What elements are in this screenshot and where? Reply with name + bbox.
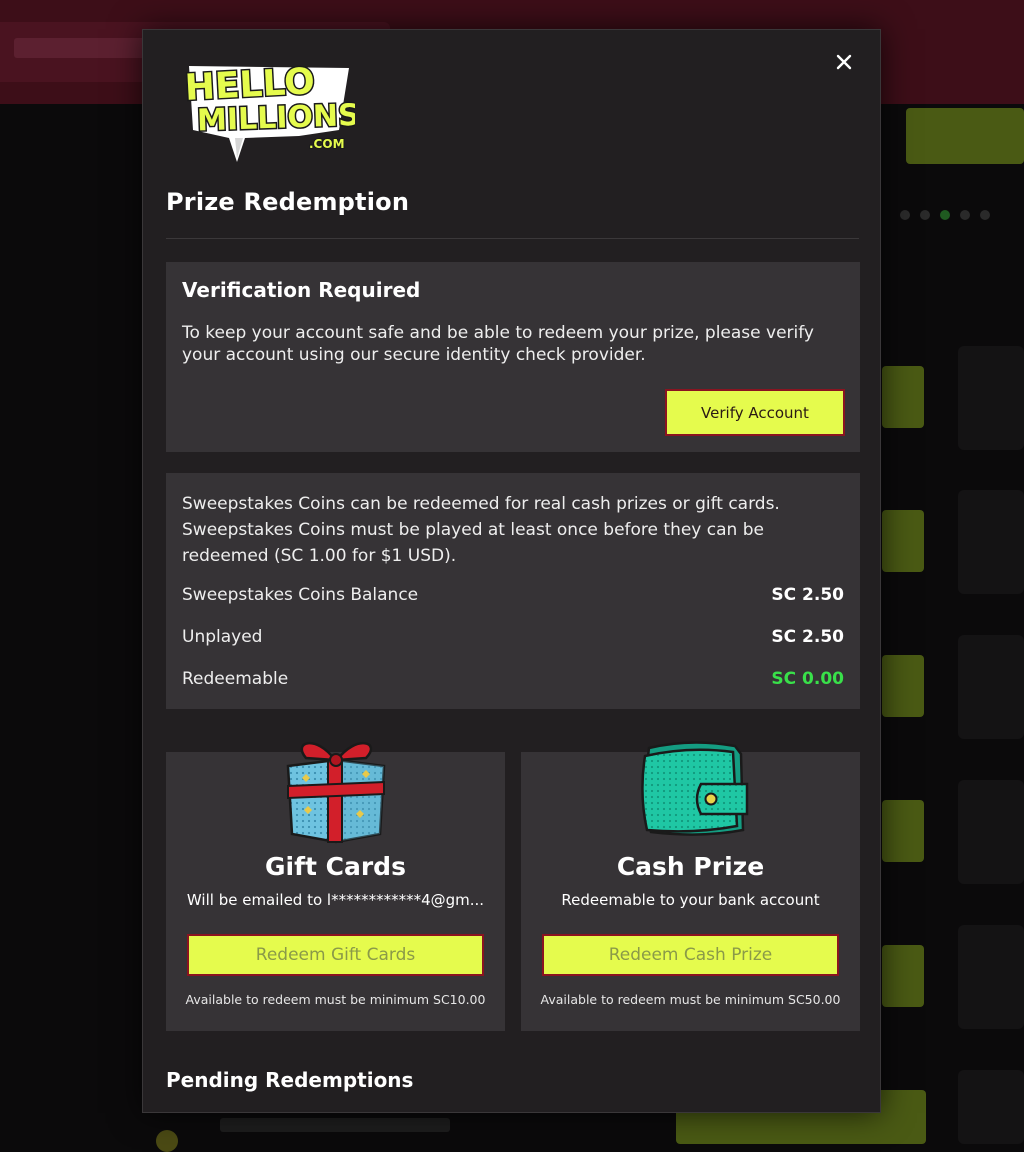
balance-label: Sweepstakes Coins Balance: [182, 585, 419, 605]
redeemable-row: Redeemable SC 0.00: [182, 669, 844, 693]
verification-title: Verification Required: [182, 278, 421, 302]
background-tile: [882, 510, 924, 572]
close-button[interactable]: [830, 48, 858, 76]
background-tile: [882, 945, 924, 1007]
background-footer-item: [150, 1112, 470, 1152]
background-card: [958, 925, 1024, 1029]
close-icon: [836, 54, 852, 70]
background-card: [958, 490, 1024, 594]
background-card: [958, 780, 1024, 884]
cash-prize-minimum-note: Available to redeem must be minimum SC50…: [540, 992, 841, 1007]
balance-row: Sweepstakes Coins Balance SC 2.50: [182, 585, 844, 609]
background-card: [958, 346, 1024, 450]
background-indicators: [900, 205, 1024, 221]
verification-panel: Verification Required To keep your accou…: [166, 262, 860, 452]
gift-cards-title: Gift Cards: [265, 852, 406, 881]
svg-text:.COM: .COM: [309, 137, 345, 151]
balance-value: SC 2.50: [771, 585, 844, 605]
gift-cards-minimum-note: Available to redeem must be minimum SC10…: [185, 992, 486, 1007]
gift-box-icon: [286, 741, 386, 844]
redeem-cash-prize-button[interactable]: Redeem Cash Prize: [542, 934, 839, 976]
verification-text: To keep your account safe and be able to…: [182, 323, 814, 365]
verify-account-button[interactable]: Verify Account: [665, 389, 845, 436]
gift-cards-subtitle: Will be emailed to l************4@gm...: [186, 891, 485, 909]
redeem-gift-cards-button[interactable]: Redeem Gift Cards: [187, 934, 484, 976]
unplayed-label: Unplayed: [182, 627, 263, 647]
prize-redemption-modal: HELLO MILLIONS .COM Prize Redemption Ver…: [142, 29, 881, 1113]
cash-prize-option: Cash Prize Redeemable to your bank accou…: [521, 741, 860, 1031]
background-button: [906, 108, 1024, 164]
background-tile: [882, 366, 924, 428]
cash-prize-title: Cash Prize: [616, 852, 765, 881]
gift-cards-option: Gift Cards Will be emailed to l*********…: [166, 741, 505, 1031]
background-tile: [882, 800, 924, 862]
svg-text:MILLIONS: MILLIONS: [196, 98, 355, 139]
background-tile: [882, 655, 924, 717]
wallet-icon: [641, 741, 749, 836]
balance-info-panel: Sweepstakes Coins can be redeemed for re…: [166, 473, 860, 709]
hello-millions-logo: HELLO MILLIONS .COM: [182, 60, 355, 162]
pending-redemptions-title: Pending Redemptions: [166, 1068, 414, 1092]
background-card: [958, 1070, 1024, 1144]
cash-prize-subtitle: Redeemable to your bank account: [561, 891, 820, 909]
title-divider: [166, 238, 859, 239]
background-card: [958, 635, 1024, 739]
unplayed-row: Unplayed SC 2.50: [182, 627, 844, 651]
modal-title: Prize Redemption: [166, 188, 410, 216]
redeemable-value: SC 0.00: [771, 669, 844, 689]
unplayed-value: SC 2.50: [771, 627, 844, 647]
redemption-info-text: Sweepstakes Coins can be redeemed for re…: [182, 494, 780, 566]
redeemable-label: Redeemable: [182, 669, 289, 689]
